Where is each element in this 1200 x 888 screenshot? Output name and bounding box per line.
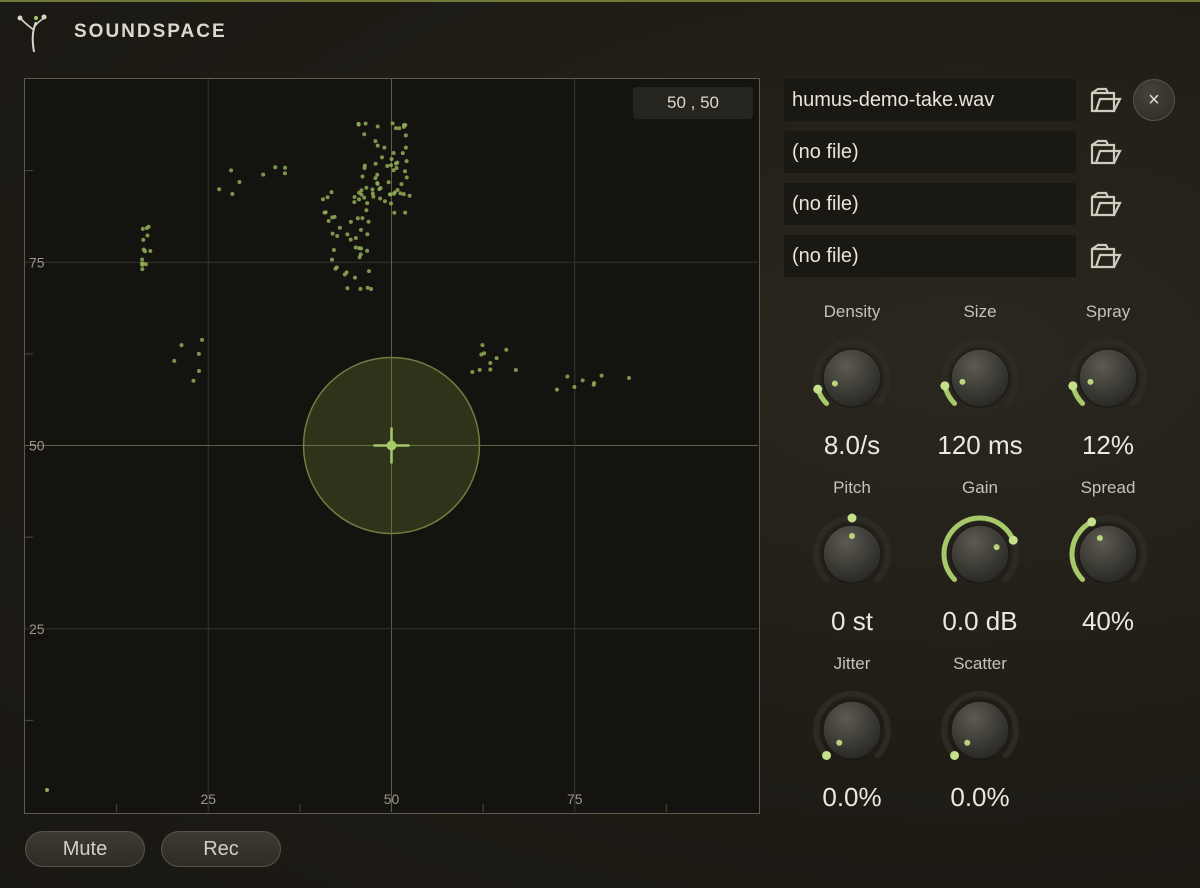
app-window: SOUNDSPACE 25 50 75 75 50 25 50 , 50 Mute Rec… xyxy=(0,0,1200,888)
y-tick-label: 75 xyxy=(29,254,45,270)
position-readout: 50 , 50 xyxy=(633,87,753,119)
knob-label-spread: Spread xyxy=(1080,478,1136,497)
y-tick-label: 25 xyxy=(29,621,45,637)
folder-open-icon[interactable] xyxy=(1088,241,1122,271)
knob-label-gain: Gain xyxy=(962,478,998,497)
knob-value-spread: 40% xyxy=(1081,606,1135,636)
knob-size[interactable] xyxy=(936,334,1024,422)
knob-spray[interactable] xyxy=(1064,334,1152,422)
knob-value-spray: 12% xyxy=(1081,430,1135,460)
mute-button[interactable]: Mute xyxy=(25,831,145,867)
xy-pad-canvas[interactable]: 25 50 75 75 50 25 xyxy=(25,79,758,812)
knob-scatter[interactable] xyxy=(936,686,1024,774)
knob-label-scatter: Scatter xyxy=(953,654,1007,673)
rec-button[interactable]: Rec xyxy=(161,831,281,867)
x-tick-label: 50 xyxy=(384,791,400,807)
knob-label-jitter: Jitter xyxy=(833,654,871,673)
file-slot-1[interactable]: humus-demo-take.wav xyxy=(784,79,1076,121)
folder-open-icon[interactable] xyxy=(1088,137,1122,167)
top-bar: SOUNDSPACE xyxy=(0,2,1200,62)
knob-value-size: 120 ms xyxy=(937,430,1023,460)
app-title: SOUNDSPACE xyxy=(74,21,227,42)
folder-open-icon[interactable] xyxy=(1088,85,1122,115)
knob-label-spray: Spray xyxy=(1085,302,1131,321)
knob-value-pitch: 0 st xyxy=(831,606,873,636)
file-slot-4[interactable]: (no file) xyxy=(784,235,1076,277)
knob-density[interactable] xyxy=(808,334,896,422)
y-tick-label: 50 xyxy=(29,438,45,454)
file-name: (no file) xyxy=(792,141,859,163)
knob-value-jitter: 0.0% xyxy=(822,782,882,812)
file-slot-2[interactable]: (no file) xyxy=(784,131,1076,173)
knob-label-density: Density xyxy=(823,302,881,321)
close-button[interactable]: × xyxy=(1133,79,1175,121)
knob-jitter[interactable] xyxy=(808,686,896,774)
file-name: humus-demo-take.wav xyxy=(792,89,995,111)
folder-open-icon[interactable] xyxy=(1088,189,1122,219)
x-tick-label: 75 xyxy=(567,791,583,807)
knob-value-density: 8.0/s xyxy=(823,430,881,460)
knob-pitch[interactable] xyxy=(808,510,896,598)
close-icon: × xyxy=(1148,89,1160,111)
knob-label-pitch: Pitch xyxy=(833,478,871,497)
file-slot-3[interactable]: (no file) xyxy=(784,183,1076,225)
knob-label-size: Size xyxy=(963,302,997,321)
knob-value-gain: 0.0 dB xyxy=(942,606,1018,636)
file-name: (no file) xyxy=(792,245,859,267)
file-name: (no file) xyxy=(792,193,859,215)
knob-gain[interactable] xyxy=(936,510,1024,598)
xy-pad[interactable]: 25 50 75 75 50 25 50 , 50 xyxy=(24,78,760,814)
knob-value-scatter: 0.0% xyxy=(950,782,1010,812)
knob-spread[interactable] xyxy=(1064,510,1152,598)
sprout-logo-icon xyxy=(17,14,47,53)
x-tick-label: 25 xyxy=(200,791,216,807)
